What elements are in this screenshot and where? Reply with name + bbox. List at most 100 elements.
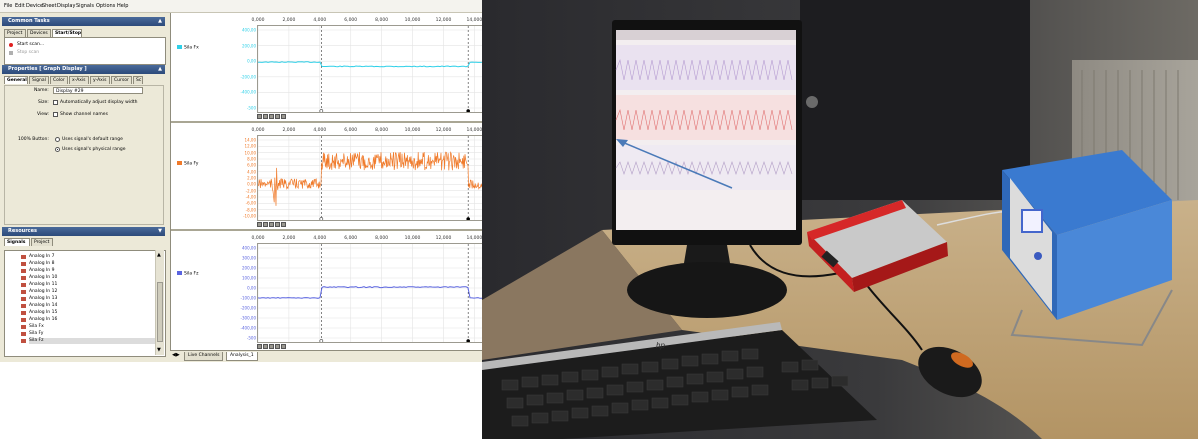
x-tick-label: 12,000 xyxy=(435,128,452,133)
size-label: Size: xyxy=(38,100,49,105)
cursor-icon[interactable] xyxy=(275,222,280,227)
show-names-checkbox[interactable] xyxy=(53,112,58,117)
y-tick-label: 0,00 xyxy=(247,181,256,187)
list-item[interactable]: Analog In 16 xyxy=(20,317,57,323)
zoom-icon[interactable] xyxy=(263,222,268,227)
cursor-marker[interactable] xyxy=(319,109,324,112)
menu-display[interactable]: Display xyxy=(57,3,75,9)
stop-scan-link[interactable]: Stop scan xyxy=(17,50,39,56)
list-item[interactable]: Sila Fz xyxy=(21,338,155,344)
x-tick-label: 6,000 xyxy=(344,128,358,133)
tab-project[interactable]: Project xyxy=(4,29,26,37)
scroll-down-icon[interactable]: ▼ xyxy=(157,347,161,353)
default-range-radio[interactable] xyxy=(55,137,60,142)
y-tick-label: 6,00 xyxy=(247,162,256,168)
collapse-icon[interactable]: ▲ xyxy=(158,65,162,74)
pan-icon[interactable] xyxy=(269,114,274,119)
list-item[interactable]: Analog In 8 xyxy=(20,261,54,267)
common-tasks-header[interactable]: Common Tasks ▲ xyxy=(2,17,165,26)
keyboard-brand: hp xyxy=(656,341,665,350)
list-item[interactable]: Analog In 12 xyxy=(20,289,57,295)
x-tick-label: 12,000 xyxy=(435,236,452,241)
menu-options[interactable]: Options xyxy=(96,3,115,9)
tab-start-stop[interactable]: Start/Stop xyxy=(52,29,82,37)
list-item[interactable]: Analog In 11 xyxy=(20,282,57,288)
window-frame xyxy=(800,0,1030,200)
tab-y-axis[interactable]: y-Axis xyxy=(90,76,110,84)
tab-signal[interactable]: Signal xyxy=(29,76,49,84)
cursor-marker[interactable] xyxy=(319,339,324,342)
tab-analysis[interactable]: Analysis_1 xyxy=(226,352,258,361)
y-tick-label: 4,00 xyxy=(247,169,256,175)
x-tick-label: 2,000 xyxy=(282,18,296,23)
menu-file[interactable]: File xyxy=(4,3,12,9)
auto-adjust-checkbox[interactable] xyxy=(53,100,58,105)
list-item[interactable]: Sila Fy xyxy=(20,331,43,337)
x-tick-label: 4,000 xyxy=(313,18,327,23)
tab-cursor[interactable]: Cursor xyxy=(111,76,132,84)
common-tasks-title: Common Tasks xyxy=(8,18,50,24)
list-item[interactable]: Analog In 13 xyxy=(20,296,57,302)
y-tick-label: -300,00 xyxy=(240,315,256,321)
resources-header[interactable]: Resources ▼ xyxy=(2,227,165,236)
zoom-icon[interactable] xyxy=(257,114,262,119)
pan-icon[interactable] xyxy=(269,344,274,349)
tab-resources-project[interactable]: Project xyxy=(31,238,53,246)
menu-device[interactable]: Device xyxy=(26,3,43,9)
scale-icon[interactable] xyxy=(281,114,286,119)
collapse-icon[interactable]: ▼ xyxy=(158,227,162,236)
x-tick-label: 14,000 xyxy=(466,18,483,23)
collapse-icon[interactable]: ▲ xyxy=(158,17,162,26)
zoom-icon[interactable] xyxy=(263,114,268,119)
physical-range-radio[interactable] xyxy=(55,147,60,152)
cursor-marker[interactable] xyxy=(319,217,324,220)
cursor-marker[interactable] xyxy=(466,217,471,220)
display-name-input[interactable]: Display #29 xyxy=(53,87,143,94)
list-item[interactable]: Analog In 10 xyxy=(20,275,57,281)
tab-live-channels[interactable]: Live Channels xyxy=(184,352,224,361)
tab-x-axis[interactable]: x-Axis xyxy=(69,76,89,84)
scroll-thumb[interactable] xyxy=(157,282,163,342)
list-item[interactable]: Analog In 7 xyxy=(20,254,54,260)
zoom-icon[interactable] xyxy=(257,344,262,349)
tab-scale[interactable]: Sc xyxy=(133,76,143,84)
tab-color[interactable]: Color xyxy=(50,76,68,84)
show-names-label: Show channel names xyxy=(60,112,108,117)
y-tick-label: 0,00 xyxy=(247,285,256,291)
channel-name: Sila Fy xyxy=(184,161,199,167)
scroll-up-icon[interactable]: ▲ xyxy=(157,252,161,258)
x-tick-label: 8,000 xyxy=(375,236,389,241)
channel-swatch xyxy=(177,45,182,49)
scale-icon[interactable] xyxy=(281,344,286,349)
pan-icon[interactable] xyxy=(269,222,274,227)
y-tick-label: 14,00 xyxy=(244,137,256,143)
zoom-icon[interactable] xyxy=(263,344,268,349)
scale-icon[interactable] xyxy=(281,222,286,227)
default-range-label: Uses signal's default range xyxy=(62,137,123,142)
properties-header[interactable]: Properties [ Graph Display ] ▲ xyxy=(2,65,165,74)
channel-name: Sila Fz xyxy=(184,271,199,277)
list-item[interactable]: Analog In 9 xyxy=(20,268,54,274)
x-tick-label: 4,000 xyxy=(313,128,327,133)
y-tick-label: 200,00 xyxy=(242,43,256,49)
tab-nav-icon[interactable]: ◀▶ xyxy=(172,352,180,358)
cursor-marker[interactable] xyxy=(466,339,471,342)
menu-help[interactable]: Help xyxy=(117,3,128,9)
list-item[interactable]: Analog In 15 xyxy=(20,310,57,316)
zoom-icon[interactable] xyxy=(257,222,262,227)
tab-signals[interactable]: Signals xyxy=(4,238,30,246)
tab-general[interactable]: General xyxy=(4,76,28,84)
x-tick-label: 12,000 xyxy=(435,18,452,23)
menu-signals[interactable]: Signals xyxy=(76,3,94,9)
cursor-icon[interactable] xyxy=(275,114,280,119)
menu-edit[interactable]: Edit xyxy=(15,3,25,9)
menu-sheet[interactable]: Sheet xyxy=(42,3,56,9)
signal-list-scrollbar[interactable]: ▲ ▼ xyxy=(155,250,164,355)
list-item[interactable]: Analog In 14 xyxy=(20,303,57,309)
cursor-marker[interactable] xyxy=(466,109,471,112)
tab-devices[interactable]: Devices xyxy=(27,29,51,37)
x-tick-label: 0,000 xyxy=(251,128,265,133)
list-item[interactable]: Sila Fx xyxy=(21,324,44,330)
cursor-icon[interactable] xyxy=(275,344,280,349)
start-scan-link[interactable]: Start scan... xyxy=(17,42,44,48)
